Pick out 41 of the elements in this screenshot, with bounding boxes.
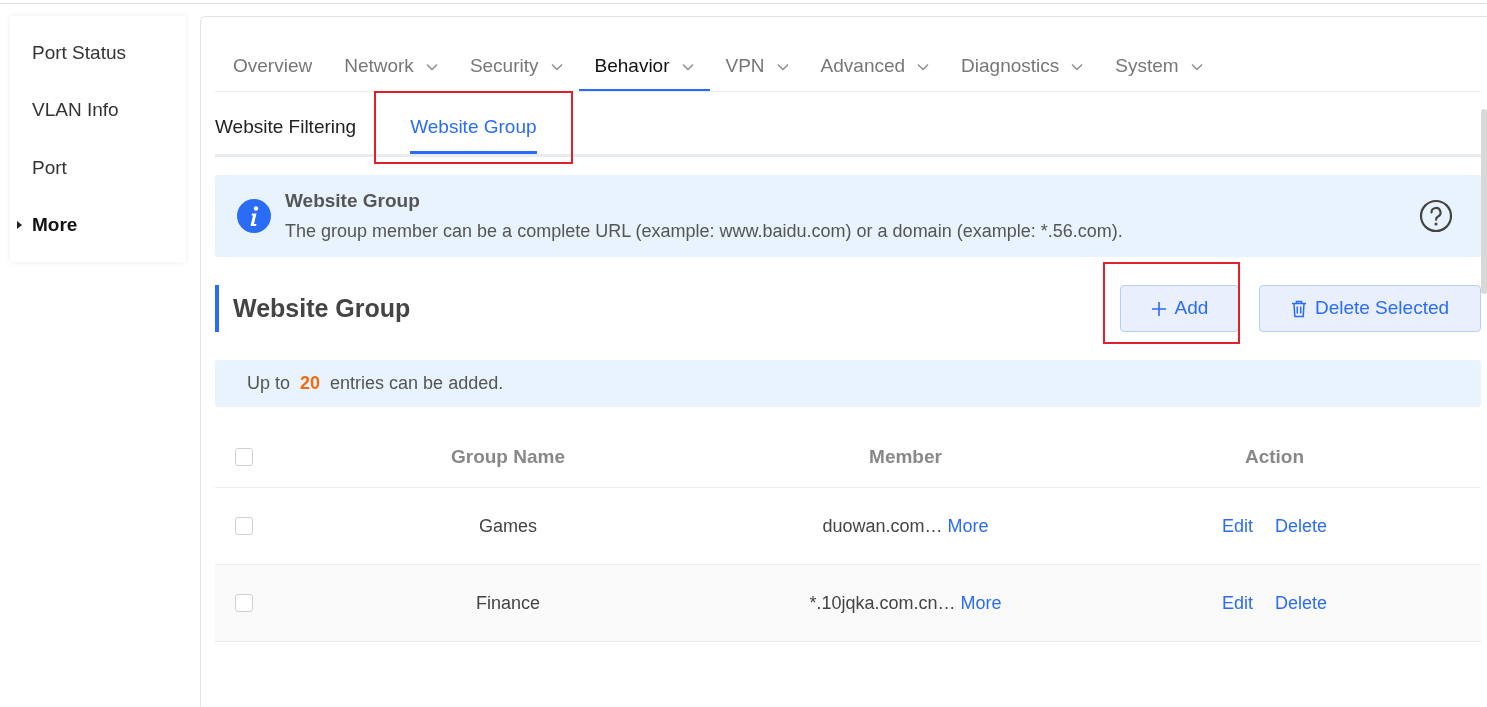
more-link[interactable]: More	[960, 592, 1002, 613]
checkbox[interactable]	[235, 517, 253, 535]
checkbox[interactable]	[235, 594, 253, 612]
nav-tab[interactable]: Network	[328, 44, 454, 91]
edit-link[interactable]: Edit	[1221, 512, 1253, 540]
nav-tab[interactable]: VPN	[709, 44, 805, 91]
column-header: Action	[1244, 445, 1305, 467]
column-header: Group Name	[451, 445, 565, 467]
table-cell: Finance	[475, 592, 540, 613]
table-cell: *.10jqka.com.cn…	[809, 592, 956, 613]
delete-link[interactable]: Delete	[1275, 589, 1328, 617]
nav-tab[interactable]: Behavior	[578, 44, 710, 91]
edit-link[interactable]: Edit	[1221, 589, 1253, 617]
delete-selected-button[interactable]: Delete Selected	[1259, 285, 1481, 332]
checkbox[interactable]	[235, 448, 253, 466]
nav-tab[interactable]: System	[1099, 44, 1219, 91]
delete-link[interactable]: Delete	[1275, 512, 1328, 540]
banner-title: Website Group	[285, 189, 421, 214]
nav-tab[interactable]: Diagnostics	[945, 44, 1100, 91]
help-icon[interactable]	[1419, 199, 1453, 233]
banner-text: The group member can be a complete URL (example: www.baidu.com) or a domain (example: *.56.com).	[285, 219, 1124, 243]
info-icon	[237, 199, 271, 233]
sidebar-item[interactable]: More	[32, 211, 78, 240]
nav-tab[interactable]: Advanced	[804, 44, 946, 91]
notice-text: entries can be added.	[330, 372, 504, 395]
nav-tab[interactable]: Security	[453, 44, 579, 91]
more-link[interactable]: More	[947, 515, 989, 536]
sidebar-item[interactable]: Port	[16, 153, 67, 182]
table-cell: Games	[479, 515, 537, 536]
column-header: Member	[869, 445, 942, 467]
sub-tab[interactable]: Website Filtering	[215, 112, 357, 154]
sidebar-item[interactable]: Port Status	[16, 38, 126, 67]
entry-limit: 20	[300, 372, 321, 395]
trash-icon	[1290, 299, 1307, 318]
nav-tab[interactable]: Overview	[217, 44, 329, 91]
plus-icon	[1150, 300, 1167, 317]
notice-text: Up to	[247, 372, 291, 395]
add-button[interactable]: Add	[1120, 285, 1239, 332]
table-cell: duowan.com…	[822, 515, 943, 536]
sidebar-item[interactable]: VLAN Info	[16, 96, 119, 125]
sub-tab[interactable]: Website Group	[410, 112, 537, 154]
